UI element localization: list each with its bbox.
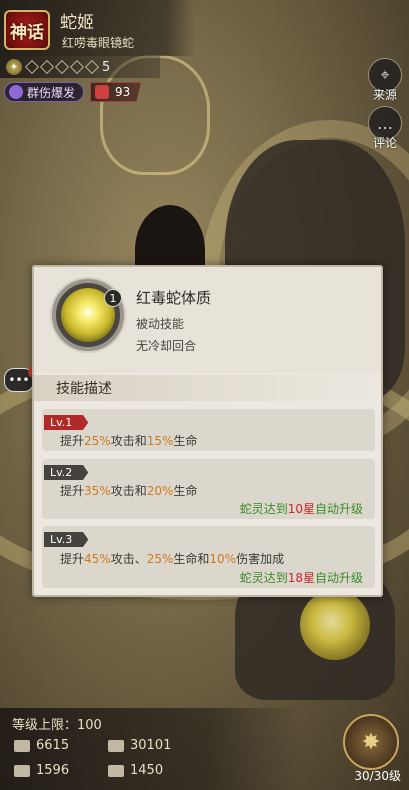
aoe-tag-label: 群伤爆发 (27, 85, 76, 100)
skill-type: 被动技能 (136, 317, 185, 331)
rarity-badge: 神话 (4, 10, 50, 50)
star-diamond-icon (69, 59, 85, 75)
skill-name: 红毒蛇体质 (136, 289, 212, 307)
boot-icon (108, 764, 124, 777)
star-count: 5 (102, 59, 111, 75)
sword-icon (14, 739, 30, 752)
level-requirement: 蛇灵达到10星自动升级 (239, 502, 363, 516)
skill-level-card: Lv.3 提升45%攻击、25%生命和10%伤害加成 蛇灵达到18星自动升级 (42, 526, 375, 588)
stat-attack: 6615 (14, 738, 69, 753)
level-effect: 提升25%攻击和15%生命 (60, 434, 198, 448)
hero-title: 红唠毒眼镜蛇 (62, 36, 135, 50)
aoe-tag[interactable]: 群伤爆发 (4, 82, 85, 102)
level-badge: Lv.3 (44, 532, 89, 547)
comment-label: 评论 (372, 136, 397, 150)
level-cap: 等级上限：100 (12, 718, 102, 733)
speed-value: 1450 (130, 763, 164, 778)
star-diamond-icon (84, 59, 100, 75)
skill-cooldown: 无冷却回合 (136, 339, 197, 353)
star-diamond-icon (54, 59, 70, 75)
source-button[interactable]: ⌖ 来源 (365, 58, 405, 103)
upgrade-level: 30/30级 (354, 769, 401, 783)
star-diamond-icon (24, 59, 40, 75)
aoe-icon (9, 85, 23, 99)
skill-level-card: Lv.2 提升35%攻击和20%生命 蛇灵达到10星自动升级 (42, 459, 375, 519)
compass-icon: ✸ (361, 729, 381, 755)
source-label: 来源 (372, 88, 397, 102)
thumbs-up-icon (95, 85, 110, 99)
level-effect: 提升35%攻击和20%生命 (60, 484, 198, 498)
star-bar: ✦ 5 (0, 56, 160, 78)
level-effect: 提升45%攻击、25%生命和10%伤害加成 (60, 552, 285, 566)
star-diamond-icon (39, 59, 55, 75)
upgrade-button[interactable]: ✸ (343, 714, 399, 770)
level-badge: Lv.1 (44, 415, 89, 430)
level-requirement: 蛇灵达到18星自动升级 (239, 571, 363, 585)
skill-description-header: 技能描述 (34, 375, 381, 401)
chat-dots-icon: ••• (8, 373, 30, 387)
heart-icon (108, 739, 124, 752)
faction-icon: ✦ (6, 59, 22, 75)
hero-name: 蛇姬 (60, 13, 94, 33)
hp-value: 30101 (130, 738, 172, 753)
like-count: 93 (115, 85, 131, 99)
stat-defense: 1596 (14, 763, 69, 778)
skill-detail-popup: 1 红毒蛇体质 被动技能 无冷却回合 技能描述 Lv.1 提升25%攻击和15%… (32, 265, 383, 597)
shield-icon (14, 764, 30, 777)
stat-hp: 30101 (108, 738, 171, 753)
stat-speed: 1450 (108, 763, 163, 778)
defense-value: 1596 (36, 763, 70, 778)
comment-button[interactable]: … 评论 (365, 106, 405, 151)
like-button[interactable]: 93 (90, 82, 142, 102)
skill-level-badge: 1 (104, 289, 122, 307)
attack-value: 6615 (36, 738, 70, 753)
skill-level-card: Lv.1 提升25%攻击和15%生命 (42, 409, 375, 451)
level-badge: Lv.2 (44, 465, 89, 480)
